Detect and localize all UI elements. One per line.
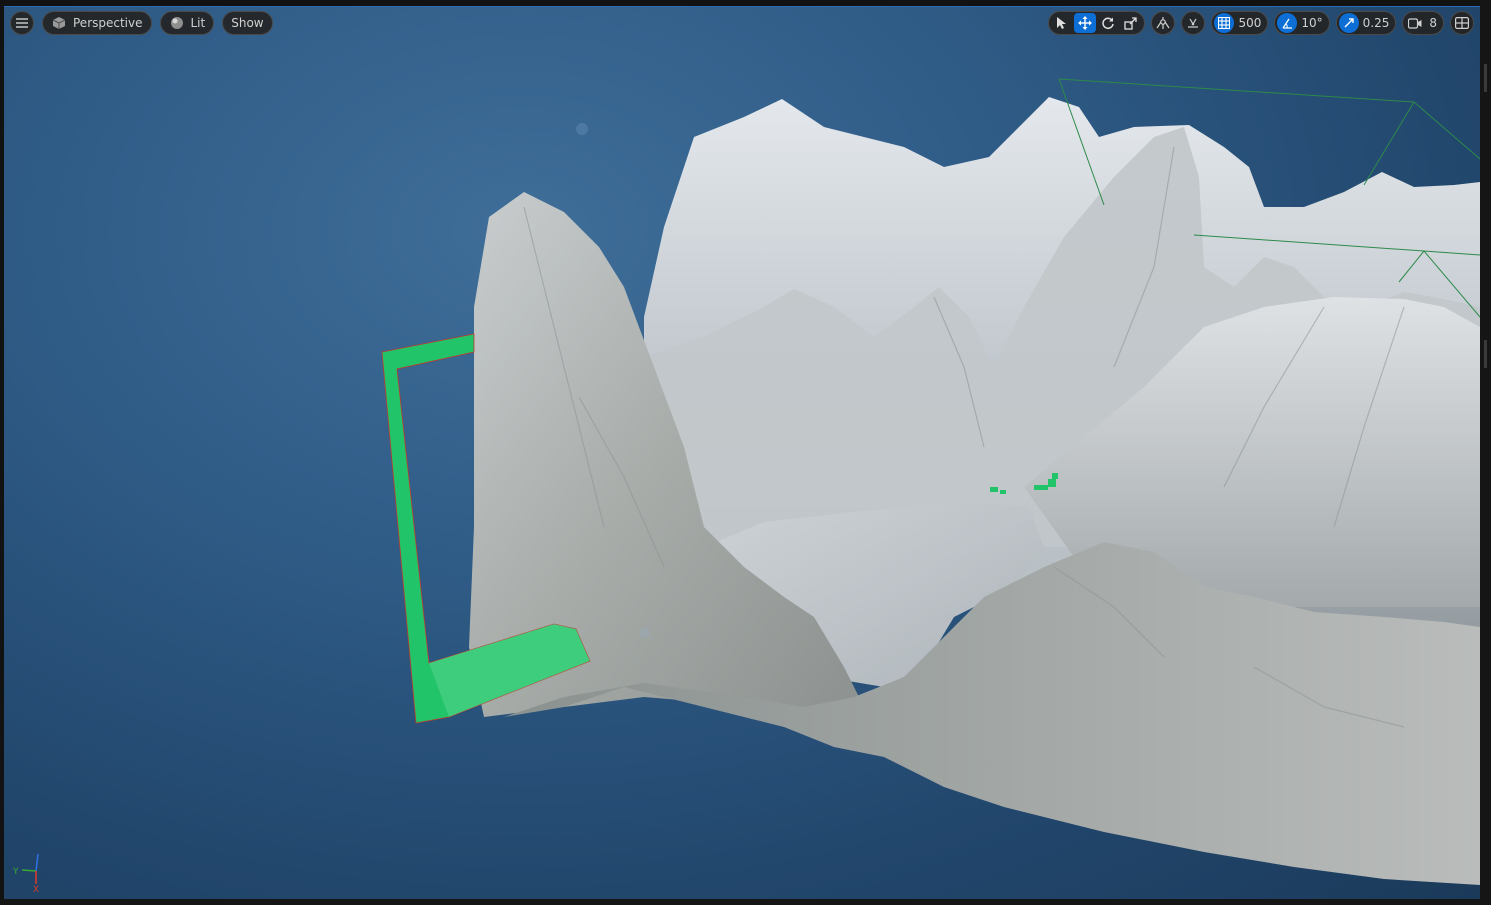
y-axis-line [21,869,37,872]
panel-resize-handle[interactable] [1484,340,1487,368]
axis-gizmo: Y X [12,853,39,892]
level-viewport[interactable]: Perspective Lit Show 500 10° 0.25 8 Y X [4,6,1480,900]
grid-snap-value: 500 [1238,16,1262,30]
hamburger-menu-icon [14,15,30,31]
world-axes-icon [1155,15,1171,31]
side-panel-edge [1480,0,1491,905]
scale-snap-control[interactable]: 0.25 [1335,11,1397,35]
y-axis-label: Y [12,867,19,877]
show-flags-button[interactable]: Show [222,11,273,35]
transform-tools-group [1048,11,1146,35]
cube-icon [51,15,67,31]
surface-snapping-button[interactable] [1181,11,1206,35]
surface-snap-icon [1185,15,1201,31]
view-mode-button[interactable]: Perspective [42,11,152,35]
viewport-layout-button[interactable] [1450,11,1474,35]
move-arrows-icon [1078,16,1093,30]
z-axis-line [35,853,39,872]
lit-sphere-icon [169,15,185,31]
view-mode-label: Perspective [73,16,143,30]
grid-icon [1218,17,1231,29]
scale-snap-value: 0.25 [1362,16,1390,30]
lighting-mode-label: Lit [190,16,206,30]
rotate-icon [1102,17,1115,30]
camera-speed-toggle[interactable] [1405,13,1425,33]
viewport-frame: Perspective Lit Show 500 10° 0.25 8 Y X [0,0,1491,905]
coordinate-space-button[interactable] [1151,11,1176,35]
landscape-scene[interactable] [4,7,1480,900]
grid-snap-control[interactable]: 500 [1211,11,1269,35]
rotation-snap-control[interactable]: 10° [1274,11,1330,35]
scale-snap-toggle[interactable] [1338,13,1359,33]
rotation-snap-toggle[interactable] [1277,13,1298,33]
scale-icon [1124,17,1138,30]
layout-grid-icon [1454,15,1470,31]
rotation-snap-value: 10° [1301,16,1323,30]
scale-arrow-icon [1344,18,1354,28]
grid-snap-toggle[interactable] [1214,13,1235,33]
camera-speed-value: 8 [1429,16,1437,30]
lighting-mode-button[interactable]: Lit [159,11,215,35]
viewport-toolbar-left: Perspective Lit Show [10,11,273,35]
select-tool-button[interactable] [1051,13,1073,33]
translate-tool-button[interactable] [1074,13,1097,33]
video-camera-icon [1408,17,1422,29]
viewport-menu-button[interactable] [10,11,34,35]
viewport-bottom-edge [0,899,1491,905]
camera-speed-control[interactable]: 8 [1402,11,1444,35]
show-flags-label: Show [231,16,264,30]
angle-icon [1282,18,1293,29]
cursor-arrow-icon [1057,17,1067,29]
viewport-toolbar-right: 500 10° 0.25 8 [1048,11,1474,35]
scale-tool-button[interactable] [1120,13,1142,33]
x-axis-label: X [33,885,39,892]
panel-collapse-handle[interactable] [1484,64,1487,92]
rotate-tool-button[interactable] [1097,13,1119,33]
